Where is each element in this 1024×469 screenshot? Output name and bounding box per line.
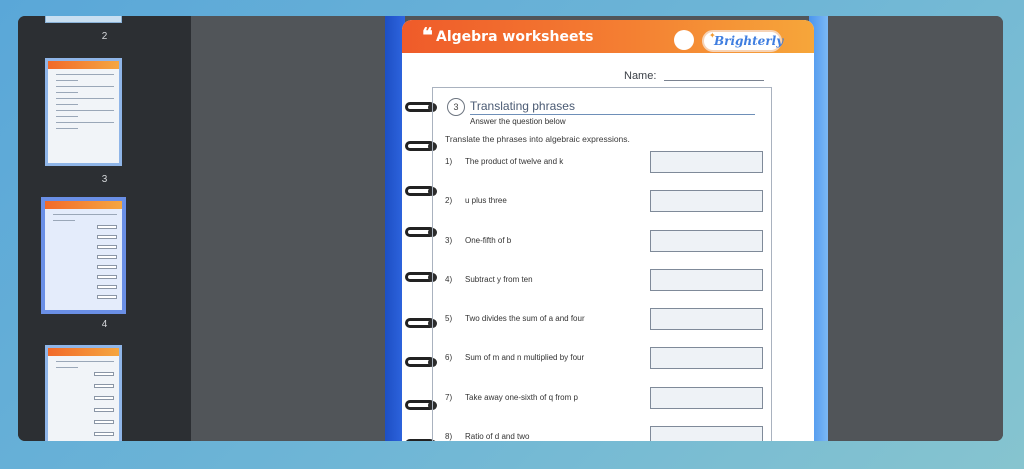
binder-ring-icon xyxy=(405,312,437,334)
list-item: 2) u plus three xyxy=(445,190,765,214)
item-number: 1) xyxy=(445,157,453,166)
instruction-text: Translate the phrases into algebraic exp… xyxy=(445,134,630,144)
item-number: 5) xyxy=(445,314,453,323)
thumbnail-line xyxy=(56,122,114,123)
thumbnail-answer-box xyxy=(97,225,117,229)
thumbnail-line xyxy=(53,220,75,221)
worksheet-title: Algebra worksheets xyxy=(436,29,594,45)
thumbnail-answer-box xyxy=(97,295,117,299)
thumbnail-page-5[interactable] xyxy=(45,345,122,441)
thumbnail-header xyxy=(45,201,122,209)
question-subtitle: Answer the question below xyxy=(470,117,566,126)
page-number-label: 2 xyxy=(101,31,108,42)
thumbnail-answer-box xyxy=(97,255,117,259)
brand-logo-text: Brighterly xyxy=(714,34,784,48)
thumbnail-answer-box xyxy=(97,265,117,269)
binder-ring-icon xyxy=(405,135,437,157)
thumbnail-line xyxy=(56,74,114,75)
item-text: Sum of m and n multiplied by four xyxy=(465,353,585,362)
item-text: u plus three xyxy=(465,196,507,205)
thumbnail-line xyxy=(56,98,114,99)
binder-ring-icon xyxy=(405,180,437,202)
thumbnail-line xyxy=(56,367,78,368)
thumbnail-answer-box xyxy=(94,432,114,436)
thumbnail-page-2[interactable] xyxy=(45,16,122,23)
name-line xyxy=(664,80,764,81)
item-number: 7) xyxy=(445,393,453,402)
document-view[interactable]: ❝ Algebra worksheets ✦ Brighterly Name: … xyxy=(191,16,1003,441)
binder-ring-icon xyxy=(405,221,437,243)
binder-ring-icon xyxy=(405,351,437,373)
answer-box[interactable] xyxy=(650,387,763,409)
header-circle-decoration xyxy=(674,30,694,50)
binder-ring-icon xyxy=(405,433,437,441)
pdf-viewer-window: 2 3 4 ❝ Algebra worksheets ✦ Brighterly … xyxy=(18,16,1003,441)
name-label: Name: xyxy=(624,70,657,82)
item-text: Take away one-sixth of q from p xyxy=(465,393,578,402)
page-number-label: 4 xyxy=(101,319,108,330)
binder-ring-icon xyxy=(405,96,437,118)
item-text: Ratio of d and two xyxy=(465,432,530,441)
item-number: 8) xyxy=(445,432,453,441)
thumbnail-answer-box xyxy=(94,420,114,424)
thumbnail-page-3[interactable] xyxy=(45,58,122,166)
thumbnail-answer-box xyxy=(97,285,117,289)
answer-box[interactable] xyxy=(650,269,763,291)
thumbnail-line xyxy=(56,92,78,93)
question-number: 3 xyxy=(447,98,465,116)
list-item: 6) Sum of m and n multiplied by four xyxy=(445,347,765,371)
thumbnail-answer-box xyxy=(97,235,117,239)
quote-icon: ❝ xyxy=(422,23,433,47)
thumbnail-answer-box xyxy=(97,245,117,249)
thumbnail-answer-box xyxy=(94,396,114,400)
thumbnail-header xyxy=(48,61,119,69)
item-text: Subtract y from ten xyxy=(465,275,533,284)
item-number: 2) xyxy=(445,196,453,205)
worksheet-page: ❝ Algebra worksheets ✦ Brighterly Name: … xyxy=(402,20,814,441)
thumbnail-line xyxy=(53,214,117,215)
thumbnail-line xyxy=(56,104,78,105)
list-item: 5) Two divides the sum of a and four xyxy=(445,308,765,332)
list-item: 7) Take away one-sixth of q from p xyxy=(445,387,765,411)
answer-box[interactable] xyxy=(650,230,763,252)
item-text: Two divides the sum of a and four xyxy=(465,314,585,323)
thumbnail-line xyxy=(56,80,78,81)
answer-box[interactable] xyxy=(650,426,763,441)
thumbnail-answer-box xyxy=(94,384,114,388)
thumbnail-line xyxy=(56,128,78,129)
thumbnail-line xyxy=(56,116,78,117)
thumbnail-line xyxy=(56,361,114,362)
list-item: 8) Ratio of d and two xyxy=(445,426,765,441)
thumbnail-sidebar[interactable]: 2 3 4 xyxy=(18,16,191,441)
thumbnail-answer-box xyxy=(94,372,114,376)
item-number: 6) xyxy=(445,353,453,362)
thumbnail-answer-box xyxy=(97,275,117,279)
thumbnail-page-4[interactable] xyxy=(41,197,126,314)
question-title: Translating phrases xyxy=(470,99,575,113)
thumbnail-header xyxy=(48,348,119,356)
list-item: 3) One-fifth of b xyxy=(445,230,765,254)
binder-ring-icon xyxy=(405,394,437,416)
title-underline xyxy=(470,114,755,115)
binder-ring-icon xyxy=(405,266,437,288)
brand-logo: ✦ Brighterly xyxy=(702,30,784,52)
list-item: 1) The product of twelve and k xyxy=(445,151,765,175)
item-number: 3) xyxy=(445,236,453,245)
item-text: One-fifth of b xyxy=(465,236,512,245)
answer-box[interactable] xyxy=(650,190,763,212)
answer-box[interactable] xyxy=(650,308,763,330)
thumbnail-line xyxy=(56,110,114,111)
page-number-label: 3 xyxy=(101,174,108,185)
thumbnail-line xyxy=(56,86,114,87)
list-item: 4) Subtract y from ten xyxy=(445,269,765,293)
answer-box[interactable] xyxy=(650,151,763,173)
thumbnail-answer-box xyxy=(94,408,114,412)
answer-box[interactable] xyxy=(650,347,763,369)
item-text: The product of twelve and k xyxy=(465,157,564,166)
item-number: 4) xyxy=(445,275,453,284)
question-box: 3 Translating phrases Answer the questio… xyxy=(432,87,772,441)
worksheet-header: ❝ Algebra worksheets ✦ Brighterly xyxy=(402,20,814,53)
